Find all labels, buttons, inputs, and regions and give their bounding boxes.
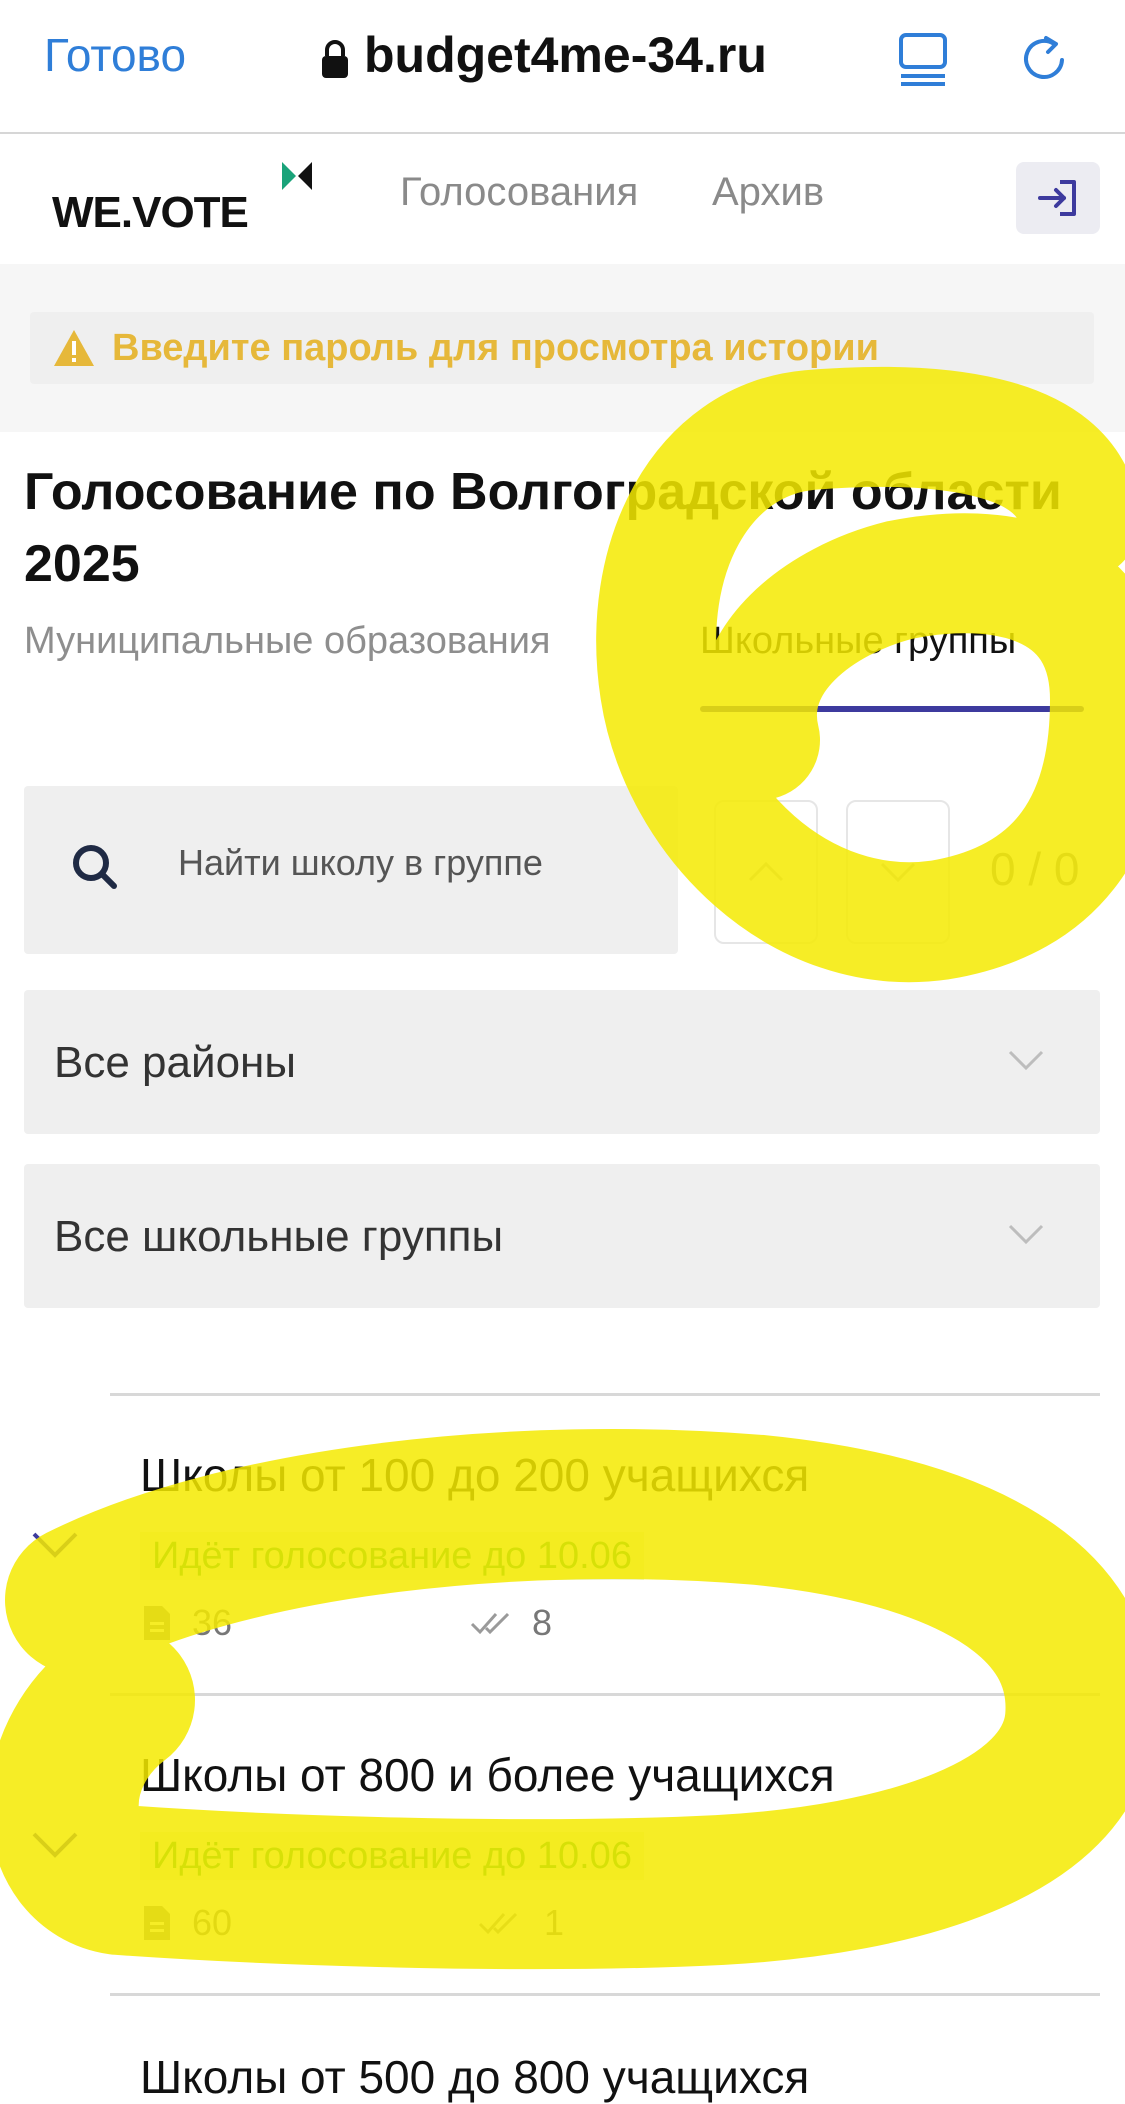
group-title[interactable]: Школы от 100 до 200 учащихся (140, 1448, 809, 1502)
logo-mark-icon (280, 160, 314, 196)
list-divider (110, 1393, 1100, 1396)
previous-result-button[interactable] (714, 800, 818, 944)
status-badge: Идёт голосование до 10.06 (140, 1532, 644, 1580)
tab-municipalities[interactable]: Муниципальные образования (24, 620, 551, 663)
group-title[interactable]: Школы от 800 и более учащихся (140, 1748, 835, 1802)
warning-text: Введите пароль для просмотра истории (112, 326, 879, 369)
search-result-counter: 0 / 0 (990, 843, 1080, 895)
next-result-button[interactable] (846, 800, 950, 944)
district-select-value: Все районы (54, 1038, 296, 1087)
search-placeholder: Найти школу в группе (178, 842, 543, 883)
lock-icon (320, 34, 350, 78)
login-button[interactable] (1016, 162, 1100, 234)
votes-count: 8 (532, 1602, 553, 1643)
chevron-down-icon (1006, 1222, 1046, 1250)
chevron-down-icon (880, 862, 916, 883)
document-icon (142, 1904, 172, 1946)
projects-count: 36 (192, 1602, 233, 1643)
search-icon (70, 842, 120, 896)
login-icon (1038, 180, 1076, 216)
nav-votings[interactable]: Голосования (400, 170, 638, 215)
school-group-select-value: Все школьные группы (54, 1212, 504, 1261)
double-check-icon (478, 1908, 520, 1942)
page-title: Голосование по Волгоградской области 202… (24, 463, 1062, 593)
group-title[interactable]: Школы от 500 до 800 учащихся (140, 2050, 809, 2104)
nav-archive[interactable]: Архив (712, 170, 824, 215)
url-text: budget4me-34.ru (364, 27, 767, 83)
warning-icon (54, 330, 94, 366)
list-divider (110, 1993, 1100, 1996)
warning-banner[interactable]: Введите пароль для просмотра истории (30, 312, 1094, 384)
expand-group-icon[interactable] (30, 1530, 80, 1564)
done-button[interactable]: Готово (44, 28, 186, 82)
votes-count: 1 (544, 1902, 565, 1943)
address-bar[interactable]: budget4me-34.ru (320, 26, 767, 84)
chevron-down-icon (1006, 1048, 1046, 1076)
chevron-up-icon (748, 861, 784, 882)
logo[interactable]: WE.VOTE (52, 188, 249, 238)
status-badge: Идёт голосование до 10.06 (140, 1832, 644, 1880)
tab-school-groups[interactable]: Школьные группы (700, 620, 1016, 663)
list-divider (110, 1693, 1100, 1696)
projects-count: 60 (192, 1902, 233, 1943)
active-tab-indicator (700, 706, 1084, 712)
expand-group-icon[interactable] (30, 1830, 80, 1864)
double-check-icon (470, 1608, 512, 1642)
reader-view-icon[interactable] (898, 32, 950, 92)
document-icon (142, 1604, 172, 1646)
reload-icon[interactable] (1018, 30, 1072, 92)
